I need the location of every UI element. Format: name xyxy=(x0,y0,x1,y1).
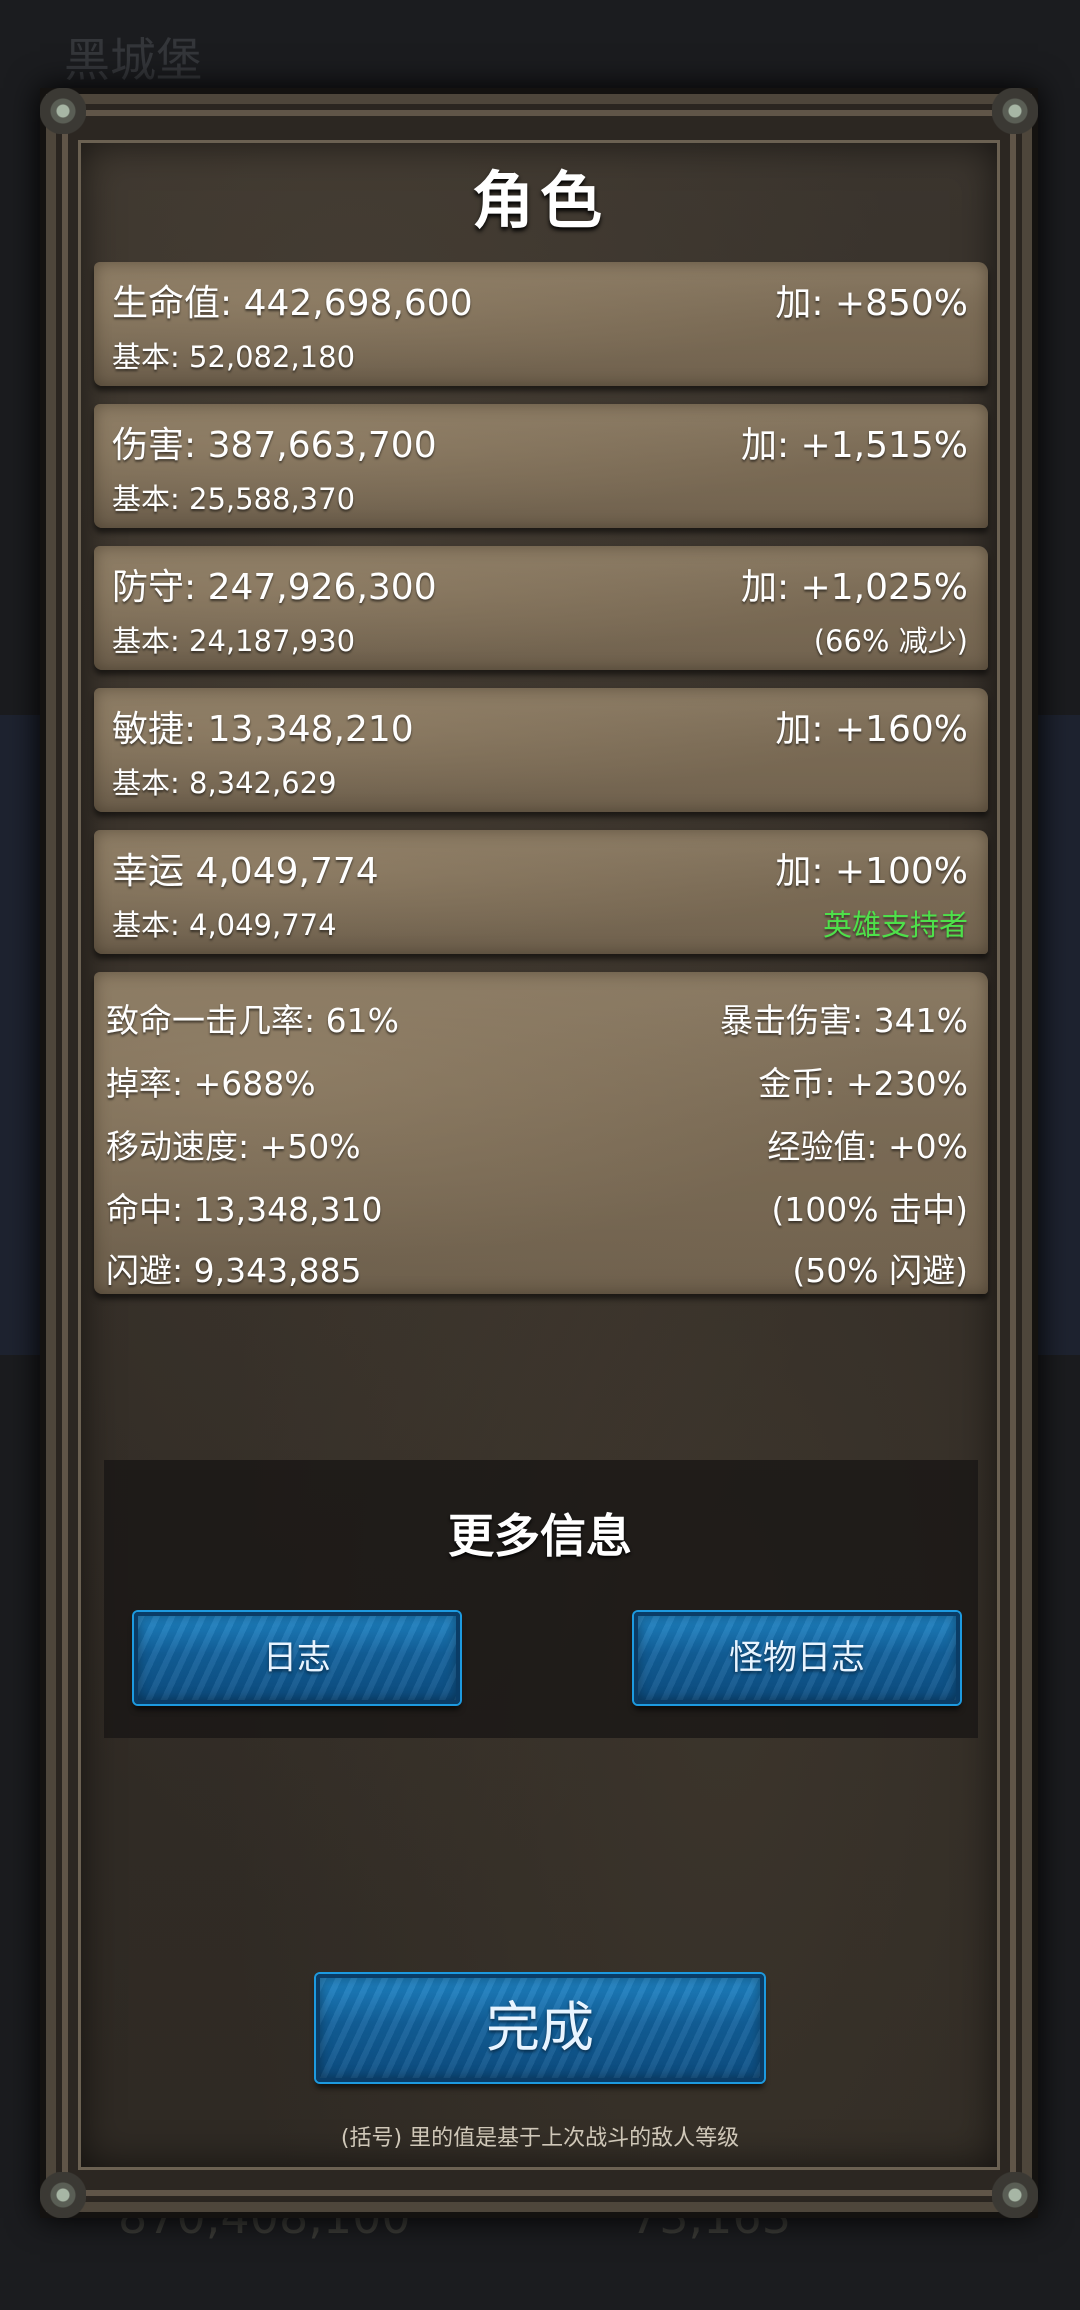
evasion-chance: (50% 闪避) xyxy=(792,1251,968,1290)
drop-rate: 掉率: +688% xyxy=(106,1064,316,1103)
background-left-strip xyxy=(0,715,42,1355)
stat-bonus: 加: +850% xyxy=(775,283,968,324)
exp-bonus: 经验值: +0% xyxy=(767,1127,968,1166)
stat-base: 基本: 25,588,370 xyxy=(112,482,356,516)
stat-bonus: 加: +160% xyxy=(775,709,968,750)
secondary-stat-row: 致命一击几率: 61% 暴击伤害: 341% xyxy=(106,994,968,1042)
stat-card-luck: 幸运 4,049,774 加: +100% 基本: 4,049,774 英雄支持… xyxy=(94,830,988,954)
stat-label: 伤害: 387,663,700 xyxy=(112,425,437,466)
secondary-stat-row: 掉率: +688% 金币: +230% xyxy=(106,1057,968,1105)
stat-card-damage: 伤害: 387,663,700 加: +1,515% 基本: 25,588,37… xyxy=(94,404,988,528)
stat-label: 幸运 4,049,774 xyxy=(112,851,379,892)
secondary-stat-row: 命中: 13,348,310 (100% 击中) xyxy=(106,1183,968,1231)
gold-bonus: 金币: +230% xyxy=(758,1064,968,1103)
stat-label: 敏捷: 13,348,210 xyxy=(112,709,414,750)
hit-chance: (100% 击中) xyxy=(771,1190,968,1229)
stat-bonus: 加: +1,025% xyxy=(740,567,968,608)
stat-label: 防守: 247,926,300 xyxy=(112,567,437,608)
dialog-title: 角色 xyxy=(471,164,608,237)
footnote: (括号) 里的值是基于上次战斗的敌人等级 xyxy=(340,2126,740,2151)
secondary-stat-row: 闪避: 9,343,885 (50% 闪避) xyxy=(106,1244,968,1292)
stat-label: 生命值: 442,698,600 xyxy=(112,283,473,324)
stat-base: 基本: 4,049,774 xyxy=(112,908,337,942)
frame-corner-ornament-icon xyxy=(40,88,86,134)
stat-card-defense: 防守: 247,926,300 加: +1,025% 基本: 24,187,93… xyxy=(94,546,988,670)
log-button[interactable]: 日志 xyxy=(134,1612,460,1704)
hero-supporter-badge: 英雄支持者 xyxy=(822,908,968,942)
stat-card-hp: 生命值: 442,698,600 加: +850% 基本: 52,082,180 xyxy=(94,262,988,386)
crit-chance: 致命一击几率: 61% xyxy=(106,1001,399,1040)
done-button[interactable]: 完成 xyxy=(316,1974,764,2082)
move-speed: 移动速度: +50% xyxy=(106,1127,361,1166)
frame-corner-ornament-icon xyxy=(992,88,1038,134)
monster-log-button[interactable]: 怪物日志 xyxy=(634,1612,960,1704)
stat-base: 基本: 8,342,629 xyxy=(112,766,337,800)
stat-card-agility: 敏捷: 13,348,210 加: +160% 基本: 8,342,629 xyxy=(94,688,988,812)
secondary-stats-card: 致命一击几率: 61% 暴击伤害: 341% 掉率: +688% 金币: +23… xyxy=(94,972,988,1294)
evasion: 闪避: 9,343,885 xyxy=(106,1251,362,1290)
crit-damage: 暴击伤害: 341% xyxy=(720,1001,968,1040)
stat-bonus: 加: +1,515% xyxy=(740,425,968,466)
more-info-title: 更多信息 xyxy=(448,1509,632,1563)
stat-note: (66% 减少) xyxy=(813,624,968,658)
background-right-strip xyxy=(1038,715,1080,1355)
stat-bonus: 加: +100% xyxy=(775,851,968,892)
secondary-stat-row: 移动速度: +50% 经验值: +0% xyxy=(106,1120,968,1168)
accuracy: 命中: 13,348,310 xyxy=(106,1190,383,1229)
background-title: 黑城堡 xyxy=(64,33,202,87)
stat-base: 基本: 52,082,180 xyxy=(112,340,356,374)
frame-corner-ornament-icon xyxy=(40,2172,86,2218)
stat-base: 基本: 24,187,930 xyxy=(112,624,356,658)
frame-corner-ornament-icon xyxy=(992,2172,1038,2218)
